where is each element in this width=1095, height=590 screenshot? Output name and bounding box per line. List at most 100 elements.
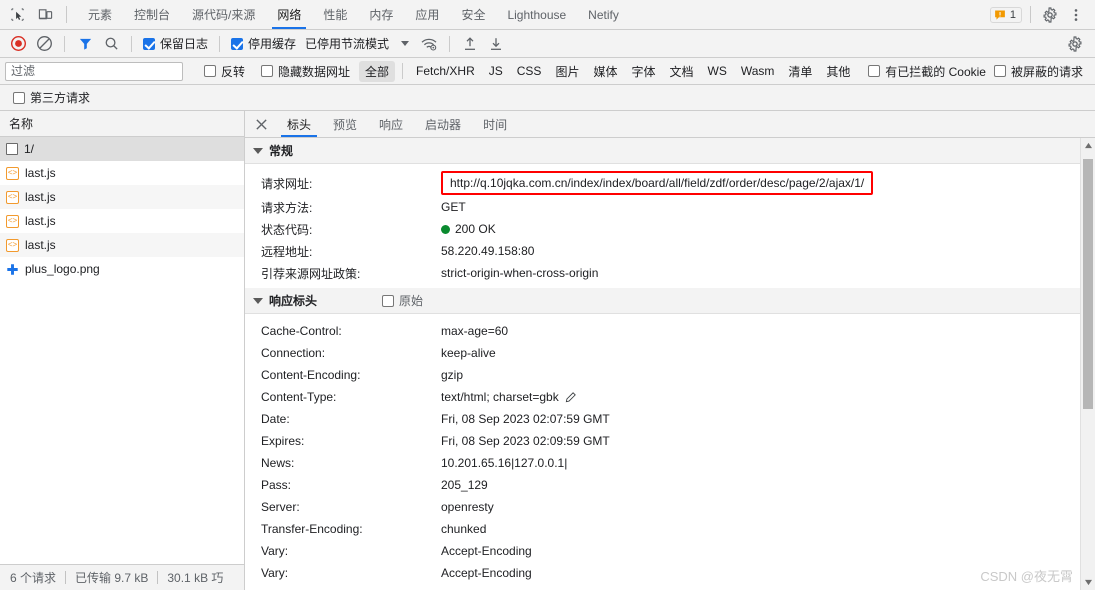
throttling-selector-label[interactable]: 已停用节流模式	[301, 35, 393, 52]
filter-type-other[interactable]: 其他	[820, 61, 856, 82]
chevron-down-icon	[253, 297, 263, 304]
chevron-down-icon[interactable]	[401, 41, 410, 46]
tab-network-label: 网络	[277, 8, 302, 22]
hide-data-urls-checkbox[interactable]: 隐藏数据网址	[258, 63, 353, 80]
table-row[interactable]: <> last.js	[0, 161, 244, 185]
scroll-up-arrow-icon[interactable]	[1084, 138, 1093, 153]
status-code-value: 200 OK	[455, 222, 496, 236]
referrer-policy-value: strict-origin-when-cross-origin	[441, 266, 599, 280]
table-row[interactable]: plus_logo.png	[0, 257, 244, 281]
export-har-icon[interactable]	[484, 33, 508, 55]
preserve-log-checkbox[interactable]: 保留日志	[140, 35, 211, 52]
tab-response-label: 响应	[379, 117, 404, 132]
filter-type-ws[interactable]: WS	[702, 62, 733, 80]
tab-memory[interactable]: 内存	[358, 0, 404, 29]
filter-icon[interactable]	[73, 33, 97, 55]
network-settings-gear-icon[interactable]	[1063, 33, 1087, 55]
table-row[interactable]: <> last.js	[0, 233, 244, 257]
tab-console[interactable]: 控制台	[123, 0, 181, 29]
detail-pane-scrollbar[interactable]	[1080, 138, 1095, 590]
response-headers-section-header[interactable]: 响应标头 原始	[245, 288, 1095, 314]
general-row-remote-address: 远程地址: 58.220.49.158:80	[245, 240, 1095, 262]
scrollbar-thumb[interactable]	[1083, 159, 1093, 409]
filter-type-js[interactable]: JS	[483, 62, 509, 80]
header-row-date: Date: Fri, 08 Sep 2023 02:07:59 GMT	[245, 408, 1095, 430]
filter-type-css[interactable]: CSS	[511, 62, 548, 80]
tab-sources[interactable]: 源代码/来源	[181, 0, 266, 29]
close-icon[interactable]	[251, 111, 276, 137]
filter-type-doc[interactable]: 文档	[663, 61, 699, 82]
request-name: last.js	[25, 190, 56, 204]
tab-lighthouse-label: Lighthouse	[507, 7, 567, 22]
network-conditions-icon[interactable]	[417, 33, 441, 55]
inspect-element-icon[interactable]	[6, 4, 28, 26]
header-key: Cache-Control:	[261, 324, 342, 338]
filter-type-fetch-xhr[interactable]: Fetch/XHR	[410, 62, 481, 80]
import-har-icon[interactable]	[458, 33, 482, 55]
tab-initiator[interactable]: 启动器	[414, 111, 472, 137]
filter-input[interactable]	[5, 61, 183, 81]
tab-security[interactable]: 安全	[450, 0, 496, 29]
filter-type-media[interactable]: 媒体	[587, 61, 623, 82]
scroll-down-arrow-icon[interactable]	[1084, 575, 1093, 590]
table-row[interactable]: 1/	[0, 137, 244, 161]
tab-elements[interactable]: 元素	[77, 0, 123, 29]
devtools-window: 元素 控制台 源代码/来源 网络 性能 内存 应用 安全 Lighthouse …	[0, 0, 1095, 590]
blocked-requests-checkbox[interactable]: 被屏蔽的请求	[991, 63, 1086, 80]
request-list[interactable]: 1/ <> last.js <> last.js <> last.js <> l…	[0, 137, 244, 564]
filter-type-manifest[interactable]: 清单	[782, 61, 818, 82]
tab-application[interactable]: 应用	[404, 0, 450, 29]
blocked-cookies-checkbox-box	[868, 65, 881, 77]
record-button-icon[interactable]	[6, 33, 30, 55]
filter-type-img[interactable]: 图片	[549, 61, 585, 82]
response-header-rows: Cache-Control: max-age=60 Connection: ke…	[245, 314, 1095, 584]
tab-netify[interactable]: Netify	[577, 0, 630, 29]
request-list-column-header[interactable]: 名称	[0, 111, 244, 137]
devtools-right-icons: 1	[982, 0, 1095, 29]
tab-lighthouse[interactable]: Lighthouse	[496, 0, 577, 29]
warning-badge[interactable]: 1	[989, 6, 1022, 23]
warning-icon	[995, 10, 1005, 20]
device-toolbar-icon[interactable]	[34, 4, 56, 26]
clear-network-log-icon[interactable]	[32, 33, 56, 55]
header-value: Accept-Encoding	[441, 544, 532, 558]
scrollbar-track[interactable]	[1081, 153, 1095, 575]
search-icon[interactable]	[99, 33, 123, 55]
disable-cache-checkbox-box	[231, 37, 244, 50]
gear-icon[interactable]	[1039, 4, 1061, 26]
pencil-edit-icon[interactable]	[564, 391, 577, 404]
status-divider-1	[65, 571, 67, 584]
js-file-icon: <>	[6, 214, 19, 228]
filter-type-font[interactable]: 字体	[625, 61, 661, 82]
third-party-requests-checkbox[interactable]: 第三方请求	[10, 89, 93, 106]
tab-response[interactable]: 响应	[368, 111, 414, 137]
tab-timing[interactable]: 时间	[472, 111, 518, 137]
invert-filter-checkbox[interactable]: 反转	[201, 63, 248, 80]
raw-headers-checkbox[interactable]: 原始	[379, 292, 426, 309]
header-value: max-age=60	[441, 324, 509, 338]
request-name: last.js	[25, 214, 56, 228]
table-row[interactable]: <> last.js	[0, 185, 244, 209]
header-row-expires: Expires: Fri, 08 Sep 2023 02:09:59 GMT	[245, 430, 1095, 452]
warning-count: 1	[1009, 8, 1016, 21]
request-url-value[interactable]: http://q.10jqka.com.cn/index/index/board…	[441, 171, 874, 195]
general-row-request-method: 请求方法: GET	[245, 196, 1095, 218]
network-toolbar-right	[1063, 33, 1089, 55]
filter-type-wasm[interactable]: Wasm	[735, 62, 781, 80]
disable-cache-checkbox[interactable]: 停用缓存	[228, 35, 299, 52]
header-row-cache-control: Cache-Control: max-age=60	[245, 320, 1095, 342]
tab-headers[interactable]: 标头	[276, 111, 322, 137]
table-row[interactable]: <> last.js	[0, 209, 244, 233]
tab-network[interactable]: 网络	[266, 0, 312, 29]
toolbar-divider	[66, 6, 67, 23]
filter-type-all[interactable]: 全部	[359, 60, 396, 82]
header-key: News:	[261, 456, 295, 470]
tab-timing-label: 时间	[483, 117, 508, 132]
blocked-cookies-checkbox[interactable]: 有已拦截的 Cookie	[865, 63, 989, 80]
tab-performance[interactable]: 性能	[312, 0, 358, 29]
header-row-transfer-encoding: Transfer-Encoding: chunked	[245, 518, 1095, 540]
tab-preview[interactable]: 预览	[322, 111, 368, 137]
kebab-menu-icon[interactable]	[1065, 4, 1087, 26]
remote-address-key: 远程地址:	[261, 244, 313, 259]
general-section-header[interactable]: 常规	[245, 138, 1095, 164]
